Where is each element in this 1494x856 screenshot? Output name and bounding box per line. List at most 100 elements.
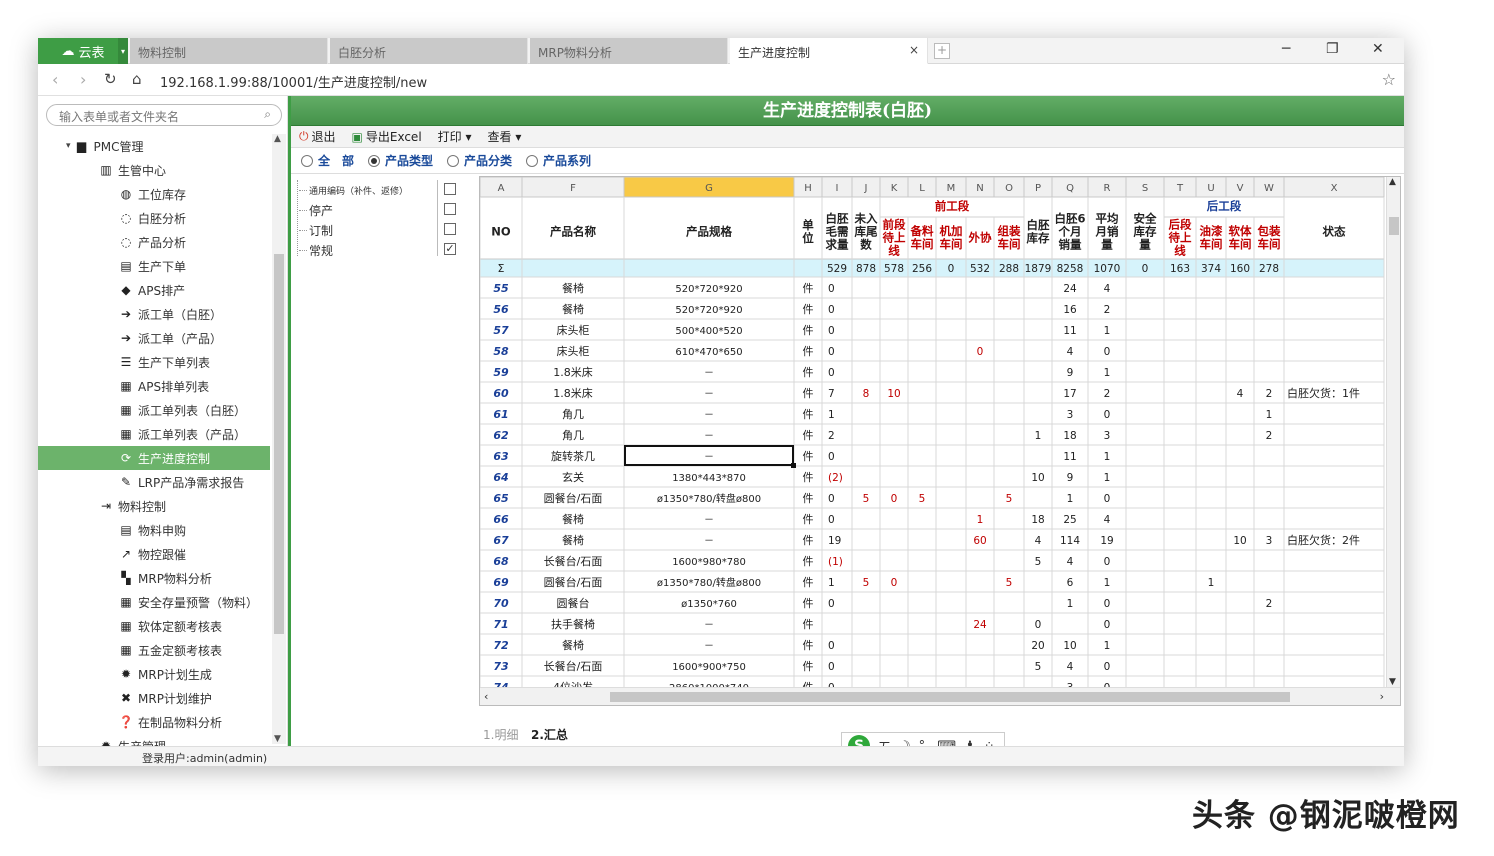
toolbar-button[interactable]: ⏻ 退出	[299, 128, 336, 145]
filter-item[interactable]: 常规 ✓	[299, 240, 469, 260]
sidebar-item[interactable]: ✹ MRP计划生成	[38, 662, 270, 686]
table-row[interactable]	[480, 655, 1384, 676]
bookmark-star-icon[interactable]: ☆	[1382, 70, 1396, 89]
filter-checkbox[interactable]	[444, 203, 456, 215]
expand-icon[interactable]: ▾	[66, 141, 71, 151]
scroll-up-icon[interactable]: ▲	[1389, 177, 1396, 187]
table-row[interactable]	[480, 382, 1384, 403]
sidebar-item[interactable]: ▦ 派工单列表（产品）	[38, 422, 270, 446]
sidebar-item[interactable]: ▤ 物料申购	[38, 518, 270, 542]
radio-option[interactable]: 全 部	[301, 152, 354, 169]
scroll-down-icon[interactable]: ▼	[1389, 677, 1396, 687]
table-row[interactable]	[480, 277, 1384, 298]
url-field[interactable]: 192.168.1.99:88/10001/生产进度控制/new	[160, 72, 427, 91]
data-grid[interactable]: A F G H I J K L M N O P Q R S T U V W X NO 产品名称 产品规格单位白胚 毛需 求量 未入…	[479, 176, 1401, 706]
sidebar-item[interactable]: ✎ LRP产品净需求报告	[38, 470, 270, 494]
close-tab-icon[interactable]: ×	[909, 43, 919, 57]
scroll-right-icon[interactable]: ›	[1380, 690, 1384, 703]
sidebar-item[interactable]: ▦ 五金定额考核表	[38, 638, 270, 662]
radio-circle[interactable]	[526, 154, 539, 167]
table-row[interactable]	[480, 529, 1384, 550]
fill-handle[interactable]	[791, 463, 796, 468]
close-window-button[interactable]: ✕	[1372, 41, 1384, 57]
table-row[interactable]	[480, 634, 1384, 655]
table-row[interactable]	[480, 466, 1384, 487]
new-tab-button[interactable]: +	[934, 43, 950, 59]
sidebar-item[interactable]: ⇥ 物料控制	[38, 494, 270, 518]
table-row[interactable]	[480, 403, 1384, 424]
radio-circle[interactable]	[447, 154, 460, 167]
radio-circle[interactable]	[301, 154, 313, 167]
table-row[interactable]	[480, 445, 1384, 466]
tab-material-control[interactable]: 物料控制	[130, 38, 328, 64]
filter-item[interactable]: 通用编码（补件、返修）	[299, 180, 469, 200]
radio-option[interactable]: 产品系列	[526, 152, 591, 169]
filter-item[interactable]: 停产	[299, 200, 469, 220]
tab-production-progress[interactable]: 生产进度控制 ×	[730, 38, 928, 64]
toolbar-button[interactable]: ▣ 导出Excel	[352, 128, 422, 145]
sidebar-item[interactable]: ▤ 生产下单	[38, 254, 270, 278]
back-button[interactable]: ‹	[52, 70, 58, 89]
sidebar-item[interactable]: ☰ 生产下单列表	[38, 350, 270, 374]
table-row[interactable]	[480, 319, 1384, 340]
sidebar-item[interactable]: ✖ MRP计划维护	[38, 686, 270, 710]
forward-button[interactable]: ›	[80, 70, 86, 89]
table-row[interactable]	[480, 592, 1384, 613]
sidebar-item[interactable]: ▦ 安全存量预警（物料）	[38, 590, 270, 614]
toolbar-button[interactable]: 查看 ▾	[488, 128, 522, 145]
sidebar-item[interactable]: ⟳ 生产进度控制	[38, 446, 270, 470]
table-row[interactable]	[480, 508, 1384, 529]
app-menu-button[interactable]: ☁ 云表	[38, 38, 128, 64]
sidebar-item[interactable]: ▥ 生管中心	[38, 158, 270, 182]
table-row[interactable]	[480, 424, 1384, 445]
maximize-button[interactable]: ❐	[1326, 41, 1339, 57]
sidebar-item[interactable]: ◌ 产品分析	[38, 230, 270, 254]
sidebar-item[interactable]: ◍ 工位库存	[38, 182, 270, 206]
sidebar-item[interactable]: ▚ MRP物料分析	[38, 566, 270, 590]
sidebar-item[interactable]: ➔ 派工单（白胚）	[38, 302, 270, 326]
scroll-thumb[interactable]	[274, 254, 284, 634]
toolbar-button[interactable]: 打印 ▾	[438, 128, 472, 145]
minimize-button[interactable]: ─	[1282, 41, 1290, 57]
search-icon[interactable]: ⌕	[264, 107, 271, 122]
sidebar-item[interactable]: ↗ 物控跟催	[38, 542, 270, 566]
grid-horizontal-scrollbar[interactable]: ‹ ›	[480, 687, 1400, 705]
sidebar-item[interactable]: ◆ APS排产	[38, 278, 270, 302]
tab-mrp-analysis[interactable]: MRP物料分析	[530, 38, 728, 64]
sheet-tab-detail[interactable]: 1.明细	[483, 726, 518, 743]
sidebar-item[interactable]: ➔ 派工单（产品）	[38, 326, 270, 350]
radio-option[interactable]: 产品分类	[447, 152, 512, 169]
radio-option[interactable]: 产品类型	[368, 152, 433, 169]
table-row[interactable]	[480, 613, 1384, 634]
table-row[interactable]	[480, 550, 1384, 571]
filter-checkbox[interactable]	[444, 223, 456, 235]
scroll-left-icon[interactable]: ‹	[484, 690, 488, 703]
sidebar-item[interactable]: ▾ ▆ PMC管理	[38, 134, 270, 158]
table-row[interactable]	[480, 487, 1384, 508]
reload-icon[interactable]: ↻	[104, 70, 117, 88]
sidebar-item[interactable]: ▦ 派工单列表（白胚）	[38, 398, 270, 422]
home-icon[interactable]: ⌂	[132, 70, 142, 88]
app-dropdown-icon[interactable]: ▾	[118, 38, 128, 64]
scroll-up-icon[interactable]: ▲	[274, 134, 281, 144]
scroll-down-icon[interactable]: ▼	[274, 734, 281, 744]
sidebar-item[interactable]: ▦ 软体定额考核表	[38, 614, 270, 638]
table-row[interactable]	[480, 298, 1384, 319]
grid-vertical-scrollbar[interactable]: ▲ ▼	[1386, 177, 1400, 687]
sidebar-scrollbar[interactable]: ▲ ▼	[272, 134, 286, 744]
table-row[interactable]	[480, 676, 1384, 687]
table-row[interactable]	[480, 571, 1384, 592]
scroll-thumb[interactable]	[1389, 217, 1399, 235]
filter-item[interactable]: 订制	[299, 220, 469, 240]
filter-checkbox[interactable]	[444, 183, 456, 195]
sidebar-item[interactable]: ◌ 白胚分析	[38, 206, 270, 230]
sheet-tab-summary[interactable]: 2.汇总	[531, 726, 568, 743]
table-row[interactable]	[480, 340, 1384, 361]
scroll-thumb[interactable]	[610, 692, 1290, 702]
filter-checkbox[interactable]: ✓	[444, 243, 456, 255]
tab-blank-analysis[interactable]: 白胚分析	[330, 38, 528, 64]
sidebar-item[interactable]: ❓ 在制品物料分析	[38, 710, 270, 734]
table-row[interactable]	[480, 361, 1384, 382]
sidebar-search-input[interactable]: 输入表单或者文件夹名 ⌕	[46, 104, 282, 126]
radio-circle[interactable]	[368, 154, 381, 167]
